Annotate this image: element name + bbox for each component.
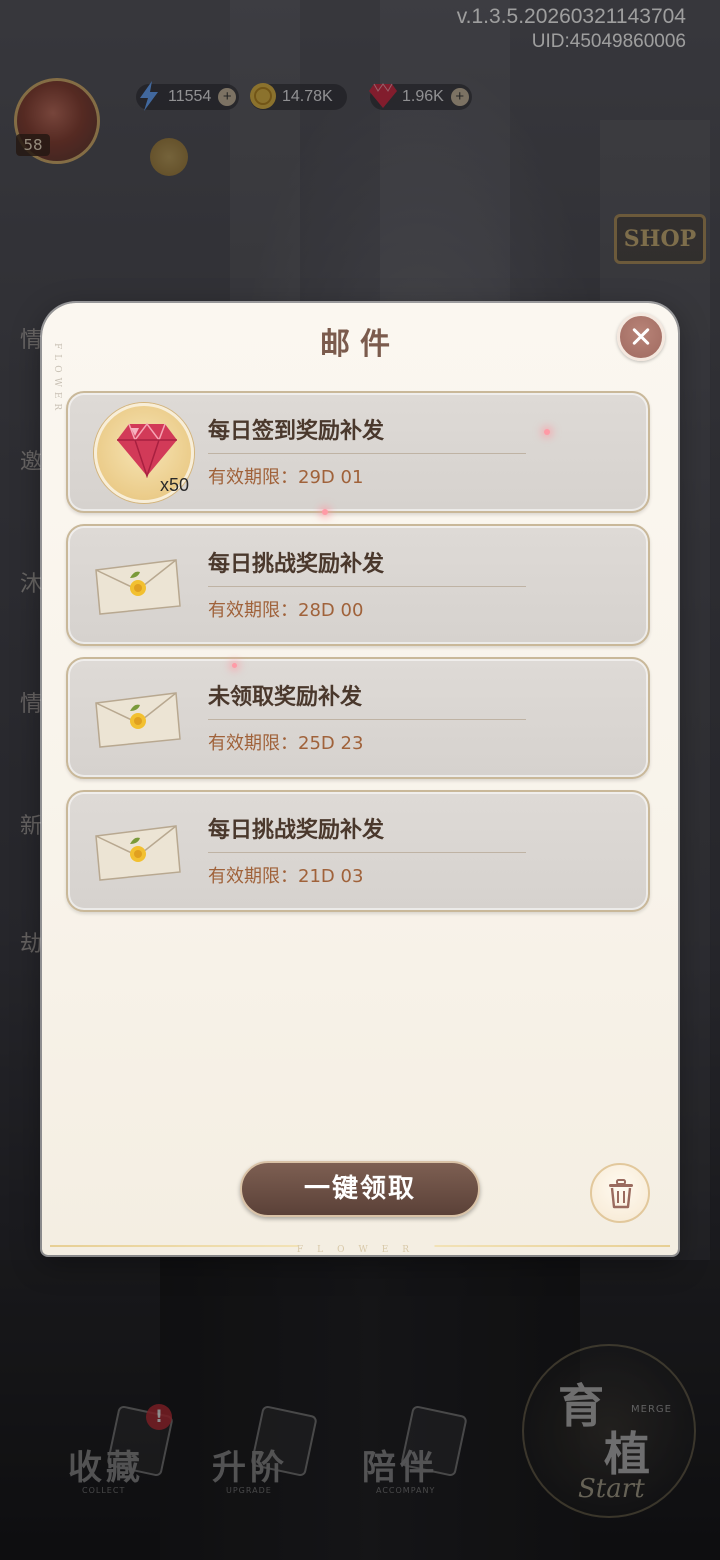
divider (208, 852, 526, 853)
attachment-quantity: x50 (159, 475, 189, 495)
mail-item[interactable]: 未领取奖励补发 有效期限：25D 23 (66, 657, 650, 779)
letter-icon (95, 692, 181, 748)
mail-item[interactable]: x50 每日签到奖励补发 有效期限：29D 01 (66, 391, 650, 513)
sparkle-decoration (544, 429, 550, 435)
divider (208, 719, 526, 720)
mail-expiry: 有效期限：25D 23 (208, 733, 364, 754)
mail-title: 每日签到奖励补发 (208, 418, 385, 444)
mail-title: 每日挑战奖励补发 (208, 817, 385, 843)
letter-icon (95, 559, 181, 615)
mail-expiry: 有效期限：21D 03 (208, 866, 364, 887)
mail-title: 未领取奖励补发 (208, 684, 363, 710)
mail-item[interactable]: 每日挑战奖励补发 有效期限：28D 00 (66, 524, 650, 646)
divider (208, 586, 526, 587)
decorative-bottom-text: FLOWER (296, 1245, 424, 1255)
mail-dialog: FLOWER 邮件 x50 每日签到奖励补发 有效期限：29D 01 每日挑战奖… (42, 303, 678, 1255)
sparkle-decoration (322, 509, 328, 515)
letter-icon (95, 825, 181, 881)
mail-expiry: 有效期限：28D 00 (208, 600, 364, 621)
divider (208, 453, 526, 454)
close-button[interactable] (617, 313, 665, 361)
mail-item[interactable]: 每日挑战奖励补发 有效期限：21D 03 (66, 790, 650, 912)
claim-all-button[interactable]: 一键领取 (240, 1161, 480, 1217)
delete-read-button[interactable] (590, 1163, 650, 1223)
mail-expiry: 有效期限：29D 01 (208, 467, 364, 488)
sparkle-decoration (232, 663, 237, 668)
dialog-title: 邮件 (320, 327, 400, 362)
trash-icon (609, 1179, 633, 1209)
ruby-attachment-icon: x50 (94, 403, 194, 503)
mail-title: 每日挑战奖励补发 (208, 551, 385, 577)
